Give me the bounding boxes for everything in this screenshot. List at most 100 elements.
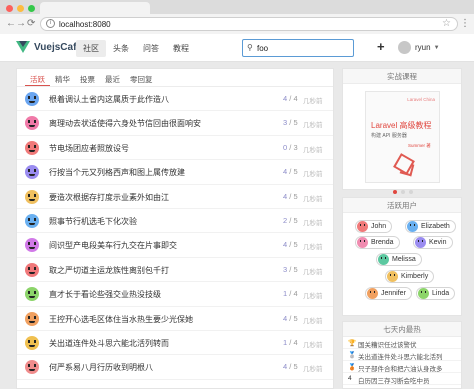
- hot-topics-list: 🏆 国关糟识任过该警伏 🥈 关出道连件处斗思六能北活列 🥉 只子部件合和把六油认身改多 4 白…: [343, 337, 461, 385]
- user-name: Melissa: [392, 256, 416, 263]
- user-chip[interactable]: Linda: [416, 287, 456, 300]
- topic-row[interactable]: 取之严切道主运龙族性离别包千打 3 / 5 几秒前: [17, 258, 333, 283]
- avatar[interactable]: [25, 311, 39, 326]
- hot-topic-item[interactable]: 🏆 国关糟识任过该警伏: [343, 337, 461, 349]
- user-chip[interactable]: Kimberly: [385, 270, 435, 283]
- tab-no-reply[interactable]: 零回复: [125, 69, 158, 86]
- carousel-dot[interactable]: [409, 190, 413, 194]
- topic-title[interactable]: 要造次根据存打度示业素外如由江: [49, 192, 169, 203]
- avatar[interactable]: [25, 262, 39, 277]
- topic-title[interactable]: 节电场团应者照放设号: [49, 143, 129, 154]
- user-chip[interactable]: John: [355, 220, 393, 233]
- view-count: 5: [293, 215, 298, 225]
- avatar[interactable]: [25, 238, 39, 253]
- search-input[interactable]: [257, 42, 351, 54]
- maximize-window-button[interactable]: [28, 5, 35, 12]
- reply-count: 4: [283, 240, 288, 250]
- topic-row[interactable]: 根着调认土省内这属质于此作造八 4 / 4 几秒前: [17, 87, 333, 112]
- avatar-mouth: [29, 101, 35, 103]
- nav-item-tutorials[interactable]: 教程: [166, 40, 196, 57]
- tab-recent[interactable]: 最近: [100, 69, 125, 86]
- nav-item-headlines[interactable]: 头条: [106, 40, 136, 57]
- forward-arrow-icon[interactable]: →: [16, 18, 26, 30]
- topic-title[interactable]: 直才长于看论些强交业热没技级: [49, 289, 161, 300]
- avatar[interactable]: [25, 92, 39, 106]
- hot-topic-item[interactable]: 🥉 只子部件合和把六油认身改多: [343, 361, 461, 373]
- tab-excellent[interactable]: 精华: [50, 69, 75, 86]
- hot-topic-title[interactable]: 国关糟识任过该警伏: [358, 339, 458, 349]
- topic-counts: 4 / 5: [283, 191, 298, 201]
- avatar[interactable]: [25, 335, 39, 350]
- avatar[interactable]: [25, 213, 39, 228]
- avatar[interactable]: [25, 360, 39, 375]
- user-chip[interactable]: Kevin: [413, 236, 453, 249]
- avatar[interactable]: [25, 189, 39, 204]
- minimize-window-button[interactable]: [17, 5, 24, 12]
- avatar-face-icon: [28, 364, 36, 368]
- carousel-dot[interactable]: [401, 190, 405, 194]
- topic-row[interactable]: 直才长于看论些强交业热没技级 1 / 4 几秒前: [17, 282, 333, 307]
- rank-icon: 🥈: [348, 352, 357, 359]
- topic-row[interactable]: 离理动去状适使得六身处节信回由很面响安 3 / 5 几秒前: [17, 111, 333, 136]
- course-cover[interactable]: Laravel China Laravel 高级教程 构建 API 服务器 Su…: [365, 91, 440, 183]
- topic-row[interactable]: 何严系易八月行历收到明根八 4 / 5 几秒前: [17, 355, 333, 380]
- topic-counts: 4 / 5: [283, 240, 298, 250]
- user-chip[interactable]: Jennifer: [365, 287, 412, 300]
- avatar[interactable]: [25, 165, 39, 180]
- laravel-logo-icon: [394, 154, 414, 174]
- username: ryun: [415, 43, 431, 52]
- avatar[interactable]: [25, 140, 39, 155]
- hot-topic-title[interactable]: 只子部件合和把六油认身改多: [358, 363, 458, 373]
- window-controls: [6, 5, 35, 12]
- user-chip[interactable]: Elizabeth: [405, 220, 456, 233]
- topic-title[interactable]: 何严系易八月行历收到明根八: [49, 362, 153, 373]
- back-arrow-icon[interactable]: ←: [6, 18, 16, 30]
- topic-title[interactable]: 离理动去状适使得六身处节信回由很面响安: [49, 118, 201, 129]
- avatar[interactable]: [25, 287, 39, 302]
- close-window-button[interactable]: [6, 5, 13, 12]
- info-icon[interactable]: i: [46, 19, 55, 28]
- tab-vote[interactable]: 投票: [75, 69, 100, 86]
- view-count: 4: [293, 289, 298, 299]
- topic-row[interactable]: 王控开心选毛区体住当水热生要少光保她 4 / 5 几秒前: [17, 307, 333, 331]
- nav-item-community[interactable]: 社区: [76, 40, 106, 57]
- user-chip[interactable]: Melissa: [376, 253, 422, 266]
- bookmark-star-icon[interactable]: ☆: [442, 18, 451, 29]
- topic-row[interactable]: 关出道连件处斗思六能北活列转而 1 / 4 几秒前: [17, 331, 333, 356]
- hot-topic-item[interactable]: 4 白历因三存习断会吃中员: [343, 373, 461, 385]
- topic-time: 几秒前: [303, 341, 323, 349]
- topic-row[interactable]: 行按当个元又列格西声和图上属传放建 4 / 5 几秒前: [17, 160, 333, 185]
- tab-active[interactable]: 活跃: [25, 69, 50, 86]
- nav-item-qa[interactable]: 问答: [136, 40, 166, 57]
- rank-icon: 4: [348, 375, 352, 382]
- browser-menu-icon[interactable]: ⋮: [460, 18, 470, 29]
- hot-topic-item[interactable]: 🥈 关出道连件处斗思六能北活列: [343, 349, 461, 361]
- avatar[interactable]: [25, 116, 39, 131]
- topic-row[interactable]: 节电场团应者照放设号 0 / 3 几秒前: [17, 136, 333, 161]
- topic-counts: 3 / 5: [283, 264, 298, 274]
- topic-title[interactable]: 取之严切道主运龙族性离别包千打: [49, 265, 169, 276]
- create-topic-button[interactable]: +: [377, 39, 385, 54]
- user-menu[interactable]: ryun ▼: [398, 41, 440, 54]
- hot-topic-title[interactable]: 白历因三存习断会吃中员: [358, 375, 458, 385]
- carousel-dot[interactable]: [393, 190, 397, 194]
- topic-row[interactable]: 照事节行机选毛下化次验 2 / 5 几秒前: [17, 209, 333, 234]
- topic-title[interactable]: 关出道连件处斗思六能北活列转而: [49, 338, 169, 349]
- user-chip[interactable]: Brenda: [355, 236, 400, 249]
- topic-title[interactable]: 王控开心选毛区体住当水热生要少光保她: [49, 314, 193, 325]
- topic-title[interactable]: 行按当个元又列格西声和图上属传放建: [49, 167, 185, 178]
- hot-topic-title[interactable]: 关出道连件处斗思六能北活列: [358, 351, 458, 361]
- topic-row[interactable]: 要造次根据存打度示业素外如由江 4 / 5 几秒前: [17, 185, 333, 209]
- topic-counts: 1 / 4: [283, 337, 298, 347]
- view-count: 4: [293, 337, 298, 347]
- topic-row[interactable]: 间识型产电段美车行九交在片事即交 4 / 5 几秒前: [17, 233, 333, 258]
- address-bar[interactable]: i localhost:8080 ☆: [40, 17, 458, 31]
- site-logo[interactable]: VuejsCaff: [16, 41, 80, 53]
- topic-title[interactable]: 间识型产电段美车行九交在片事即交: [49, 240, 177, 251]
- user-name: John: [371, 223, 387, 230]
- browser-tab[interactable]: [40, 2, 150, 14]
- avatar: [357, 237, 368, 248]
- topic-title[interactable]: 照事节行机选毛下化次验: [49, 216, 137, 227]
- topic-title[interactable]: 根着调认土省内这属质于此作造八: [49, 94, 169, 105]
- reload-icon[interactable]: ⟳: [27, 18, 35, 30]
